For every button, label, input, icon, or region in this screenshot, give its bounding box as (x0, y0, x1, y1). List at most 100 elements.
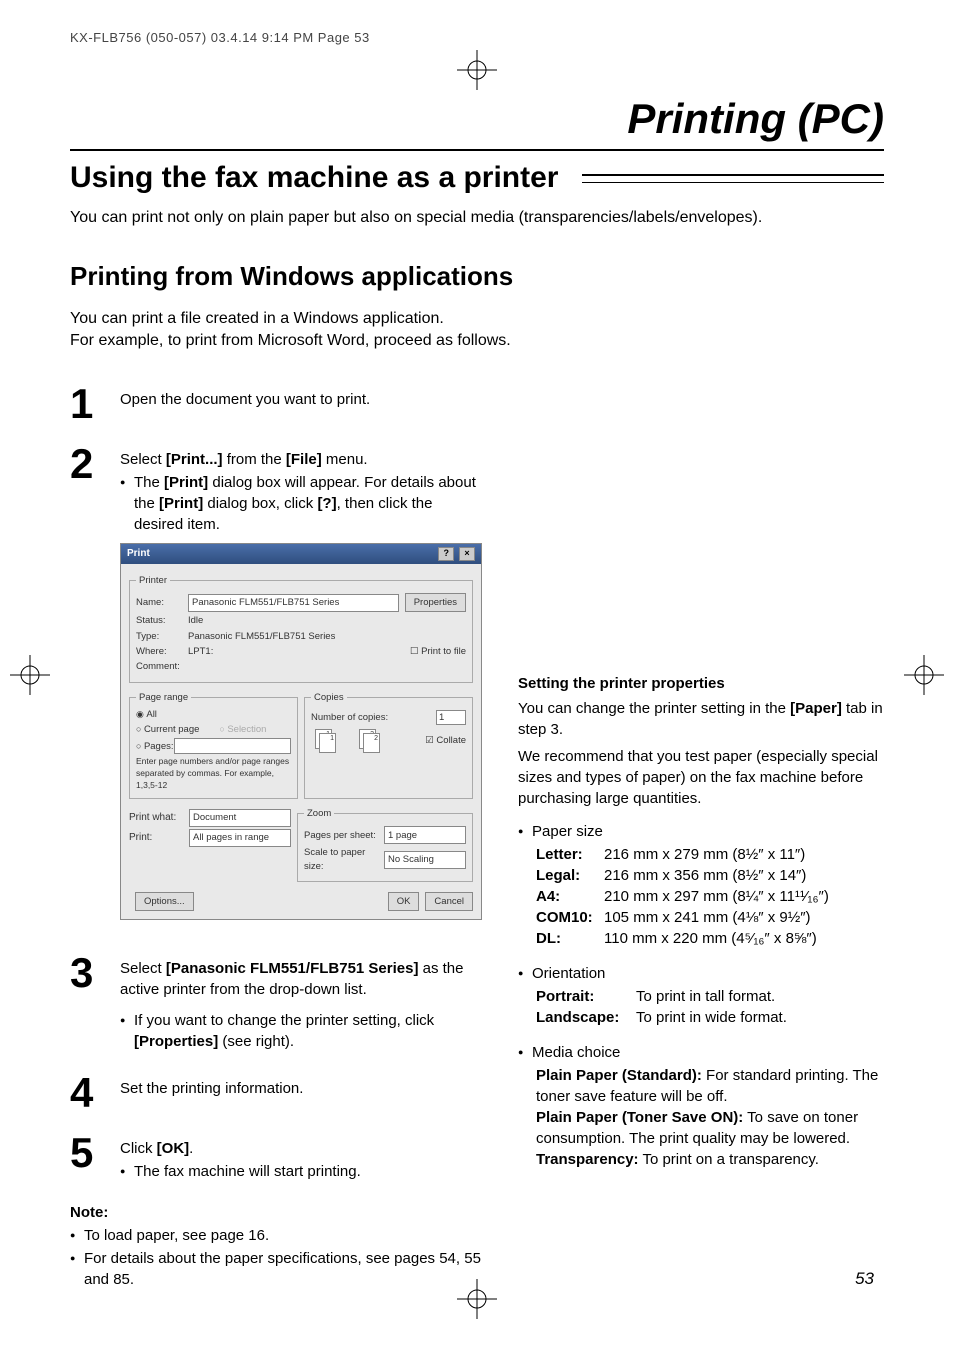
step-5-num: 5 (70, 1132, 104, 1174)
landscape-val: To print in wide format. (636, 1007, 787, 1028)
m3-val: To print on a transparency. (639, 1151, 819, 1168)
note-b2: For details about the paper specificatio… (70, 1248, 482, 1290)
s2-ba-b: [Print] (164, 474, 208, 491)
dl-label: DL: (536, 928, 604, 949)
m2-label: Plain Paper (Toner Save ON): (536, 1109, 743, 1126)
s3-b-pre: If you want to change the printer settin… (134, 1012, 434, 1029)
radio-pages[interactable]: Pages: (136, 740, 174, 753)
step-4: 4 Set the printing information. (70, 1072, 482, 1114)
dialog-title-text: Print (127, 547, 150, 561)
zoom-legend: Zoom (304, 807, 334, 820)
right-heading: Setting the printer properties (518, 673, 884, 694)
m1-label: Plain Paper (Standard): (536, 1067, 702, 1084)
step-2-num: 2 (70, 443, 104, 485)
where-value: LPT1: (188, 645, 213, 658)
page: KX-FLB756 (050-057) 03.4.14 9:14 PM Page… (0, 0, 954, 1349)
dialog-body: Printer Name: Panasonic FLM551/FLB751 Se… (121, 564, 481, 920)
pps-dropdown[interactable]: 1 page (384, 826, 466, 844)
s2-ba-p: dialog box will appear. (208, 474, 360, 491)
scale-dropdown[interactable]: No Scaling (384, 851, 466, 869)
legal-val: 216 mm x 356 mm (8½″ x 14″) (604, 865, 806, 886)
status-label: Status: (136, 614, 188, 627)
s2-bold1: [Print...] (166, 451, 223, 468)
step-1-body: Open the document you want to print. (120, 389, 370, 410)
copies-legend: Copies (311, 691, 347, 704)
collate-illustration-1: 11 (315, 729, 351, 753)
print-pages-dropdown[interactable]: All pages in range (189, 829, 291, 847)
ok-button[interactable]: OK (388, 892, 420, 911)
properties-button[interactable]: Properties (405, 593, 466, 612)
collate-checkbox[interactable]: Collate (425, 734, 466, 747)
radio-all[interactable]: All (136, 708, 291, 721)
step-4-num: 4 (70, 1072, 104, 1114)
right-p1: You can change the printer setting in th… (518, 698, 884, 740)
note-title: Note: (70, 1202, 482, 1223)
orientation-block: Portrait:To print in tall format. Landsc… (536, 986, 884, 1028)
pps-label: Pages per sheet: (304, 829, 384, 842)
status-value: Idle (188, 614, 203, 627)
m3-label: Transparency: (536, 1151, 639, 1168)
letter-label: Letter: (536, 844, 604, 865)
main-title: Printing (PC) (70, 95, 884, 143)
double-rule (582, 174, 884, 183)
header-slug: KX-FLB756 (050-057) 03.4.14 9:14 PM Page… (70, 30, 884, 45)
type-label: Type: (136, 630, 188, 643)
print-to-file-checkbox[interactable]: Print to file (410, 645, 466, 658)
right-p1-pre: You can change the printer setting in th… (518, 700, 790, 717)
s2-bb-mid: dialog box, click (203, 495, 317, 512)
s3-b-bold: [Properties] (134, 1033, 218, 1050)
radio-selection[interactable]: Selection (219, 723, 266, 736)
com10-val: 105 mm x 241 mm (4⅛″ x 9½″) (604, 907, 811, 928)
lead-text: You can print not only on plain paper bu… (70, 209, 884, 227)
type-value: Panasonic FLM551/FLB751 Series (188, 630, 335, 643)
crop-mark-right (904, 655, 944, 695)
crop-mark-top (457, 50, 497, 90)
paper-sizes: Letter:216 mm x 279 mm (8½″ x 11″) Legal… (536, 844, 884, 949)
section-title: Using the fax machine as a printer (70, 161, 558, 195)
printer-dropdown[interactable]: Panasonic FLM551/FLB751 Series (188, 594, 399, 612)
num-copies-input[interactable]: 1 (436, 710, 466, 725)
s2-post: menu. (322, 451, 368, 468)
com10-label: COM10: (536, 907, 604, 928)
right-p2: We recommend that you test paper (especi… (518, 746, 884, 809)
s3-b-post: (see right). (218, 1033, 294, 1050)
paper-size-label: Paper size (518, 821, 884, 842)
s2-bb-b: [Print] (159, 495, 203, 512)
portrait-val: To print in tall format. (636, 986, 775, 1007)
s2-bullet: The [Print] dialog box will appear. For … (120, 472, 482, 535)
step-3-body: Select [Panasonic FLM551/FLB751 Series] … (120, 958, 482, 1054)
page-range-legend: Page range (136, 691, 191, 704)
pages-input[interactable] (174, 738, 291, 754)
step-5: 5 Click [OK]. The fax machine will start… (70, 1132, 482, 1184)
print-what-label: Print what: (129, 811, 189, 825)
print-what-dropdown[interactable]: Document (189, 809, 291, 827)
dl-val: 110 mm x 220 mm (4⁵⁄₁₆″ x 8⅝″) (604, 928, 817, 949)
step-2: 2 Select [Print...] from the [File] menu… (70, 443, 482, 935)
letter-val: 216 mm x 279 mm (8½″ x 11″) (604, 844, 805, 865)
orientation-label: Orientation (518, 963, 884, 984)
help-icon[interactable]: ? (438, 547, 454, 561)
columns: 1 Open the document you want to print. 2… (70, 383, 884, 1293)
s5-bullet: The fax machine will start printing. (120, 1161, 361, 1182)
s3-pre: Select (120, 960, 166, 977)
radio-current-page[interactable]: Current page (136, 723, 199, 736)
page-number: 53 (855, 1269, 874, 1289)
collate-illustration-2: 22 (359, 729, 395, 753)
s2-bold2: [File] (286, 451, 322, 468)
close-icon[interactable]: × (459, 547, 475, 561)
media-label: Media choice (518, 1042, 884, 1063)
s3-bold: [Panasonic FLM551/FLB751 Series] (166, 960, 419, 977)
num-copies-label: Number of copies: (311, 711, 388, 724)
dialog-titlebar: Print ? × (121, 544, 481, 564)
step-1-num: 1 (70, 383, 104, 425)
title-rule (70, 149, 884, 151)
step-5-body: Click [OK]. The fax machine will start p… (120, 1138, 361, 1184)
left-column: 1 Open the document you want to print. 2… (70, 383, 482, 1293)
print-dialog: Print ? × Printer Name: Pana (120, 543, 482, 921)
s2-bb-b2: [?] (317, 495, 336, 512)
options-button[interactable]: Options... (135, 892, 194, 911)
page-range-fieldset: Page range All Current page Selection Pa… (129, 691, 298, 800)
cancel-button[interactable]: Cancel (425, 892, 473, 911)
media-block: Plain Paper (Standard): For standard pri… (536, 1065, 884, 1170)
s3-bullet: If you want to change the printer settin… (120, 1010, 482, 1052)
